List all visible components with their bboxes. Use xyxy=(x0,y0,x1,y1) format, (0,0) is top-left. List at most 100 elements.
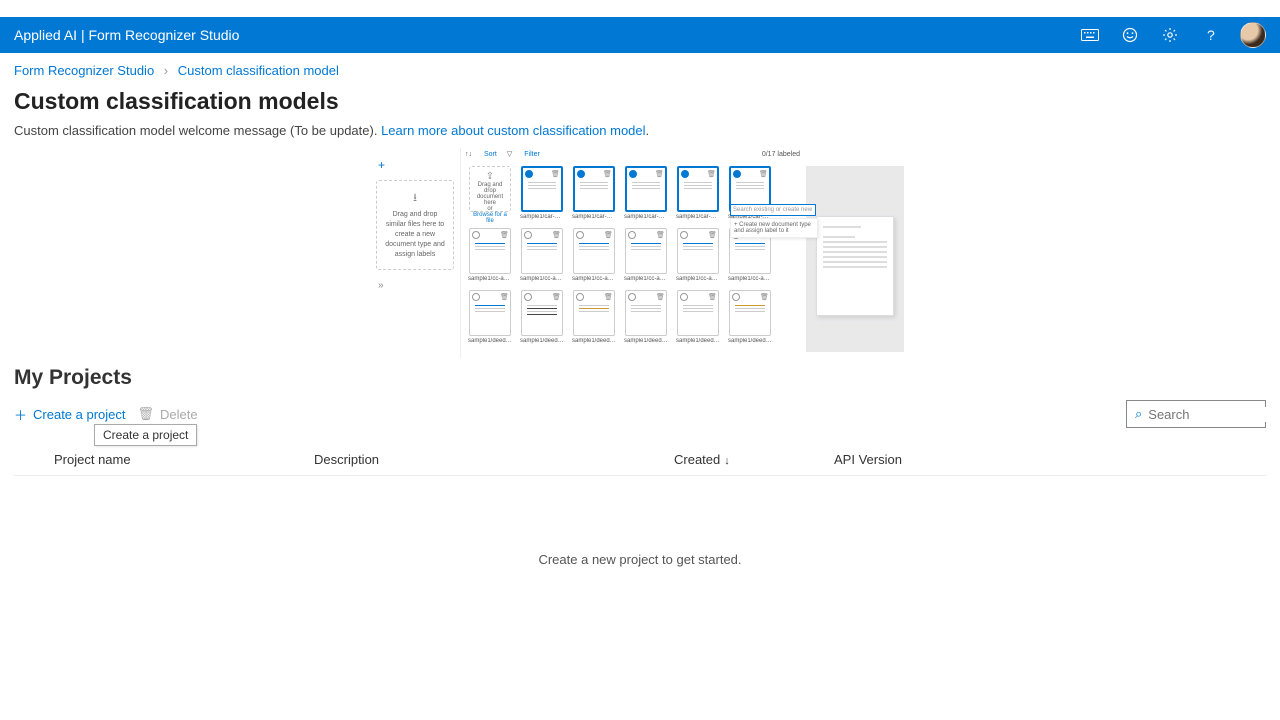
filter-icon: ▽ xyxy=(507,150,512,158)
thumbnail: 🗑 xyxy=(469,228,511,274)
thumbnail: 🗑 xyxy=(729,290,771,336)
trash-icon: 🗑 xyxy=(759,170,767,178)
thumbnail: 🗑 xyxy=(521,290,563,336)
thumb-label: sample1/deed-of-t... xyxy=(624,338,668,344)
thumb-label: sample1/deed-of-t... xyxy=(676,338,720,344)
feature-illustration: + ⭳ Drag and drop similar files here to … xyxy=(376,148,904,358)
trash-icon: 🗑 xyxy=(552,293,560,301)
create-project-button[interactable]: ＋ Create a project xyxy=(14,405,126,424)
chevron-right-icon: › xyxy=(164,63,168,78)
header-icons: ? xyxy=(1080,22,1266,48)
smiley-icon[interactable] xyxy=(1120,25,1140,45)
sort-label: Sort xyxy=(484,151,497,158)
keyboard-icon[interactable] xyxy=(1080,25,1100,45)
col-api-version[interactable]: API Version xyxy=(834,452,994,467)
thumbnail: 🗑 xyxy=(573,166,615,212)
trash-icon: 🗑 xyxy=(760,293,768,301)
project-search-box[interactable]: ⌕ xyxy=(1126,400,1266,428)
thumbnail: 🗑 xyxy=(625,290,667,336)
trash-icon: 🗑 xyxy=(656,231,664,239)
doc-preview xyxy=(816,216,894,316)
trash-icon: 🗑 xyxy=(500,293,508,301)
thumb-label: sample1/car-maint... xyxy=(520,214,564,220)
avatar[interactable] xyxy=(1240,22,1266,48)
trash-icon: 🗑 xyxy=(655,170,663,178)
create-project-label: Create a project xyxy=(33,407,126,422)
search-icon: ⌕ xyxy=(1135,406,1142,422)
app-title: Applied AI | Form Recognizer Studio xyxy=(14,27,239,43)
create-project-tooltip: Create a project xyxy=(94,424,197,446)
thumb-label: sample1/cc-auth/C... xyxy=(676,276,720,282)
thumb-label: sample1/cc-auth/C... xyxy=(572,276,616,282)
plus-icon: ＋ xyxy=(14,405,27,424)
label-search-input: Search existing or create new xyxy=(730,204,816,216)
trash-icon: 🗑 xyxy=(604,293,612,301)
page-title: Custom classification models xyxy=(14,88,1266,115)
delete-button: 🗑 Delete xyxy=(138,406,198,422)
thumb-label: sample1/car-maint... xyxy=(572,214,616,220)
welcome-text: Custom classification model welcome mess… xyxy=(14,123,1266,138)
thumb-label: sample1/car-maint... xyxy=(676,214,720,220)
learn-more-link[interactable]: Learn more about custom classification m… xyxy=(381,123,645,138)
sort-icon: ↑↓ xyxy=(465,151,472,158)
thumbnail: 🗑 xyxy=(625,228,667,274)
trash-icon: 🗑 xyxy=(500,231,508,239)
trash-icon: 🗑 xyxy=(708,293,716,301)
thumb-label: sample1/deed-of-t... xyxy=(728,338,772,344)
sort-down-icon: ↓ xyxy=(724,455,730,467)
col-created[interactable]: Created ↓ xyxy=(674,452,834,467)
breadcrumb-current[interactable]: Custom classification model xyxy=(178,63,339,78)
svg-text:?: ? xyxy=(1207,27,1215,43)
trash-icon: 🗑 xyxy=(551,170,559,178)
top-app-bar: Applied AI | Form Recognizer Studio ? xyxy=(0,17,1280,53)
thumbnail: 🗑 xyxy=(521,166,563,212)
thumbnail: 🗑 xyxy=(677,290,719,336)
breadcrumb-root[interactable]: Form Recognizer Studio xyxy=(14,63,154,78)
thumb-row-3: 🗑 sample1/deed-of-t... 🗑 sample1/deed-of-t… xyxy=(469,290,796,344)
my-projects-heading: My Projects xyxy=(14,366,1266,390)
trash-icon: 🗑 xyxy=(603,170,611,178)
col-project-name[interactable]: Project name xyxy=(54,452,314,467)
delete-label: Delete xyxy=(160,407,198,422)
cloud-upload-icon: ⇪ xyxy=(472,171,508,182)
col-description[interactable]: Description xyxy=(314,452,674,467)
thumbnail: 🗑 xyxy=(677,228,719,274)
thumbnail: 🗑 xyxy=(573,290,615,336)
expand-icon: » xyxy=(378,280,454,291)
left-drop-text: Drag and drop similar files here to crea… xyxy=(385,211,445,257)
preview-pane: Search existing or create new + Create n… xyxy=(806,166,904,352)
trash-icon: 🗑 xyxy=(138,406,155,422)
thumbnail: 🗑 xyxy=(573,228,615,274)
thumbnail: 🗑 xyxy=(625,166,667,212)
projects-toolbar: ＋ Create a project 🗑 Delete Create a pro… xyxy=(14,400,1266,428)
thumb-label: sample1/deed-of-t... xyxy=(520,338,564,344)
thumb-label: sample1/cc-auth/C... xyxy=(468,276,512,282)
help-icon[interactable]: ? xyxy=(1200,25,1220,45)
labeled-count: 0/17 labeled xyxy=(762,151,800,158)
thumb-label: sample1/cc-auth/C... xyxy=(520,276,564,282)
plus-icon: + xyxy=(378,158,454,172)
empty-state-message: Create a new project to get started. xyxy=(14,552,1266,567)
thumb-label: sample1/cc-auth/C... xyxy=(728,276,772,282)
thumb-label: sample1/deed-of-t... xyxy=(572,338,616,344)
trash-icon: 🗑 xyxy=(707,170,715,178)
create-new-text: Create new document type and assign labe… xyxy=(734,222,811,234)
welcome-period: . xyxy=(646,123,650,138)
welcome-msg: Custom classification model welcome mess… xyxy=(14,123,381,138)
trash-icon: 🗑 xyxy=(656,293,664,301)
thumb-label: sample1/car-maint... xyxy=(624,214,668,220)
mid-drop-text: Drag and drop document here xyxy=(477,182,503,206)
breadcrumb: Form Recognizer Studio › Custom classifi… xyxy=(0,53,1280,84)
thumb-label: sample1/deed-of-t... xyxy=(468,338,512,344)
project-search-input[interactable] xyxy=(1148,407,1280,422)
projects-table-header: Project name Description Created ↓ API Ve… xyxy=(14,442,1266,476)
download-icon: ⭳ xyxy=(383,191,447,206)
trash-icon: 🗑 xyxy=(552,231,560,239)
gear-icon[interactable] xyxy=(1160,25,1180,45)
thumb-label: sample1/cc-auth/C... xyxy=(624,276,668,282)
col-created-label: Created xyxy=(674,452,720,467)
mid-drop-zone: ⇪Drag and drop document hereorBrowse for… xyxy=(469,166,511,212)
thumbnail: 🗑 xyxy=(469,290,511,336)
create-new-doctype: + Create new document type and assign la… xyxy=(730,218,818,238)
thumbnail: 🗑 xyxy=(677,166,719,212)
